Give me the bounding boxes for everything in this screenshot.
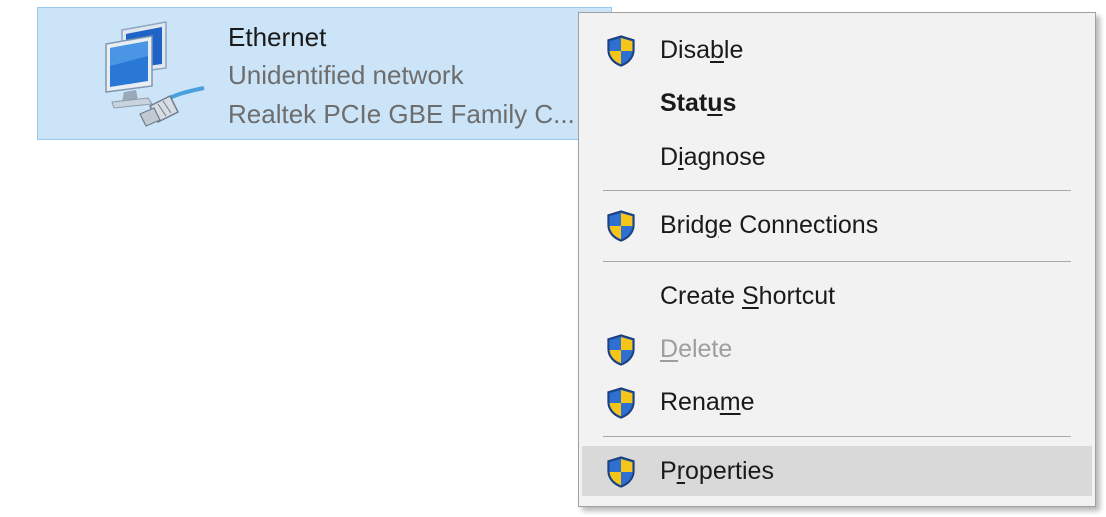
menu-item-disable[interactable]: Disable bbox=[582, 25, 1092, 75]
menu-item-label: Rename bbox=[660, 388, 755, 416]
menu-item-create-shortcut[interactable]: Create Shortcut bbox=[582, 271, 1092, 321]
menu-item-label: Bridge Connections bbox=[660, 211, 879, 239]
ethernet-adapter-tile[interactable]: Ethernet Unidentified network Realtek PC… bbox=[37, 7, 612, 140]
adapter-device-name: Realtek PCIe GBE Family C... bbox=[228, 99, 575, 129]
menu-item-label: Create Shortcut bbox=[660, 282, 836, 310]
uac-shield-icon bbox=[606, 210, 636, 242]
adapter-details: Ethernet Unidentified network Realtek PC… bbox=[228, 18, 608, 134]
network-adapter-icon bbox=[105, 21, 205, 127]
adapter-name: Ethernet bbox=[228, 22, 327, 52]
menu-item-label: Diagnose bbox=[660, 143, 766, 171]
menu-separator bbox=[603, 436, 1071, 437]
menu-separator bbox=[603, 190, 1071, 191]
menu-item-label: Disable bbox=[660, 36, 744, 64]
menu-item-label: Status bbox=[660, 89, 737, 117]
uac-shield-icon bbox=[606, 334, 636, 366]
menu-item-diagnose[interactable]: Diagnose bbox=[582, 132, 1092, 182]
menu-item-delete: Delete bbox=[582, 324, 1092, 374]
menu-item-properties[interactable]: Properties bbox=[582, 446, 1092, 496]
menu-item-rename[interactable]: Rename bbox=[582, 377, 1092, 427]
context-menu: Disable Status Diagnose Bridge Connectio… bbox=[578, 12, 1096, 507]
adapter-status: Unidentified network bbox=[228, 60, 464, 90]
network-connections-window: Ethernet Unidentified network Realtek PC… bbox=[0, 0, 1106, 517]
menu-item-label: Delete bbox=[660, 335, 733, 363]
uac-shield-icon bbox=[606, 387, 636, 419]
menu-separator bbox=[603, 261, 1071, 262]
menu-item-label: Properties bbox=[660, 457, 774, 485]
menu-item-status[interactable]: Status bbox=[582, 78, 1092, 128]
menu-item-bridge-connections[interactable]: Bridge Connections bbox=[582, 200, 1092, 250]
uac-shield-icon bbox=[606, 35, 636, 67]
uac-shield-icon bbox=[606, 456, 636, 488]
